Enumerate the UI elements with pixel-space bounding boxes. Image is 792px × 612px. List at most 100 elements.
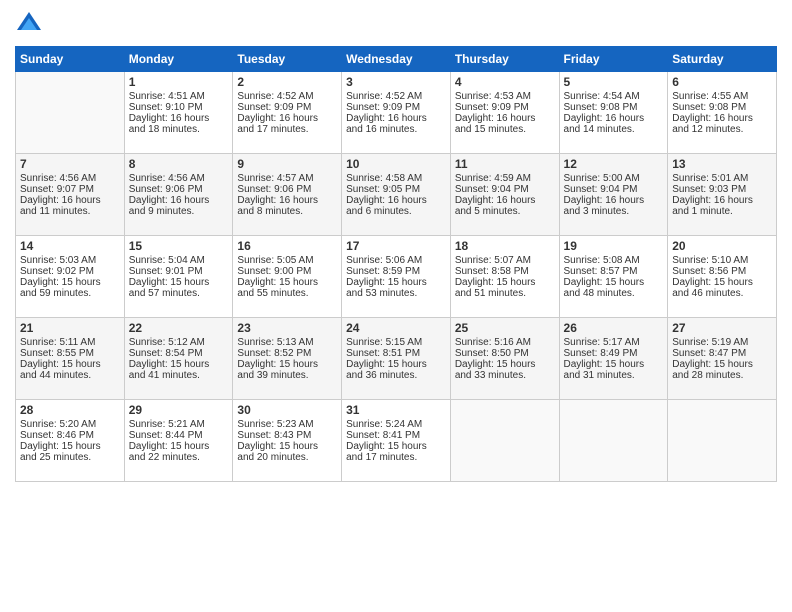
day-info: Sunrise: 4:58 AM xyxy=(346,173,446,184)
day-info: Daylight: 15 hours xyxy=(129,359,229,370)
calendar-cell: 24 Sunrise: 5:15 AMSunset: 8:51 PMDayligh… xyxy=(342,318,451,400)
day-info: and 15 minutes. xyxy=(455,124,555,135)
day-info: Daylight: 16 hours xyxy=(564,113,664,124)
logo-icon xyxy=(15,10,43,38)
weekday-header-saturday: Saturday xyxy=(668,47,777,72)
calendar-cell: 27Sunrise: 5:19 AMSunset: 8:47 PMDayligh… xyxy=(668,318,777,400)
calendar-cell: 17Sunrise: 5:06 AMSunset: 8:59 PMDayligh… xyxy=(342,236,451,318)
calendar-cell: 28Sunrise: 5:20 AMSunset: 8:46 PMDayligh… xyxy=(16,400,125,482)
day-info: and 51 minutes. xyxy=(455,288,555,299)
day-info: Sunrise: 4:57 AM xyxy=(237,173,337,184)
day-info: and 17 minutes. xyxy=(346,452,446,463)
day-number: 24 xyxy=(346,321,446,335)
calendar-cell: 1Sunrise: 4:51 AMSunset: 9:10 PMDaylight… xyxy=(124,72,233,154)
day-number: 9 xyxy=(237,157,337,171)
day-info: and 36 minutes. xyxy=(346,370,446,381)
day-info: Sunset: 8:44 PM xyxy=(129,430,229,441)
weekday-header-friday: Friday xyxy=(559,47,668,72)
day-info: and 5 minutes. xyxy=(455,206,555,217)
day-number: 26 xyxy=(564,321,664,335)
day-number: 30 xyxy=(237,403,337,417)
day-info: and 25 minutes. xyxy=(20,452,120,463)
day-info: Sunset: 9:00 PM xyxy=(237,266,337,277)
day-number: 19 xyxy=(564,239,664,253)
day-info: Daylight: 15 hours xyxy=(346,359,446,370)
day-info: Sunrise: 5:10 AM xyxy=(672,255,772,266)
calendar-cell: 5Sunrise: 4:54 AMSunset: 9:08 PMDaylight… xyxy=(559,72,668,154)
calendar-cell xyxy=(450,400,559,482)
calendar-cell xyxy=(16,72,125,154)
day-info: Sunrise: 4:52 AM xyxy=(237,91,337,102)
day-info: Daylight: 16 hours xyxy=(129,195,229,206)
day-info: Sunset: 9:09 PM xyxy=(237,102,337,113)
calendar-cell: 10Sunrise: 4:58 AMSunset: 9:05 PMDayligh… xyxy=(342,154,451,236)
weekday-header-wednesday: Wednesday xyxy=(342,47,451,72)
calendar-cell: 8Sunrise: 4:56 AMSunset: 9:06 PMDaylight… xyxy=(124,154,233,236)
day-number: 11 xyxy=(455,157,555,171)
day-number: 31 xyxy=(346,403,446,417)
day-info: and 12 minutes. xyxy=(672,124,772,135)
day-info: Sunset: 9:08 PM xyxy=(672,102,772,113)
day-info: Daylight: 16 hours xyxy=(455,195,555,206)
weekday-header-thursday: Thursday xyxy=(450,47,559,72)
day-info: and 8 minutes. xyxy=(237,206,337,217)
day-info: Sunrise: 4:56 AM xyxy=(129,173,229,184)
day-info: Sunset: 9:06 PM xyxy=(237,184,337,195)
day-info: Sunrise: 5:11 AM xyxy=(20,337,120,348)
day-info: Sunset: 9:04 PM xyxy=(564,184,664,195)
day-info: Sunrise: 4:54 AM xyxy=(564,91,664,102)
day-info: Daylight: 15 hours xyxy=(129,277,229,288)
day-info: Sunrise: 5:01 AM xyxy=(672,173,772,184)
day-info: Sunset: 9:08 PM xyxy=(564,102,664,113)
day-info: Sunset: 8:56 PM xyxy=(672,266,772,277)
day-info: and 28 minutes. xyxy=(672,370,772,381)
day-info: and 46 minutes. xyxy=(672,288,772,299)
calendar-week-row: 7Sunrise: 4:56 AMSunset: 9:07 PMDaylight… xyxy=(16,154,777,236)
day-info: Sunset: 9:04 PM xyxy=(455,184,555,195)
day-number: 15 xyxy=(129,239,229,253)
day-info: Sunrise: 5:12 AM xyxy=(129,337,229,348)
day-info: Daylight: 15 hours xyxy=(346,277,446,288)
day-info: Sunset: 9:02 PM xyxy=(20,266,120,277)
day-info: and 55 minutes. xyxy=(237,288,337,299)
day-info: Sunrise: 4:55 AM xyxy=(672,91,772,102)
day-info: Sunrise: 4:53 AM xyxy=(455,91,555,102)
day-number: 13 xyxy=(672,157,772,171)
day-info: Sunrise: 5:15 AM xyxy=(346,337,446,348)
day-info: Daylight: 15 hours xyxy=(672,359,772,370)
day-info: Daylight: 15 hours xyxy=(346,441,446,452)
day-info: Sunset: 8:41 PM xyxy=(346,430,446,441)
day-info: and 33 minutes. xyxy=(455,370,555,381)
day-number: 3 xyxy=(346,75,446,89)
day-info: Sunrise: 4:56 AM xyxy=(20,173,120,184)
day-info: Sunset: 8:50 PM xyxy=(455,348,555,359)
calendar-cell: 26Sunrise: 5:17 AMSunset: 8:49 PMDayligh… xyxy=(559,318,668,400)
day-info: Daylight: 15 hours xyxy=(564,277,664,288)
day-info: Sunset: 8:51 PM xyxy=(346,348,446,359)
day-number: 12 xyxy=(564,157,664,171)
day-info: Daylight: 15 hours xyxy=(455,359,555,370)
day-info: Daylight: 16 hours xyxy=(20,195,120,206)
logo xyxy=(15,10,47,38)
day-info: Daylight: 16 hours xyxy=(129,113,229,124)
day-info: Sunset: 8:54 PM xyxy=(129,348,229,359)
calendar-cell: 16Sunrise: 5:05 AMSunset: 9:00 PMDayligh… xyxy=(233,236,342,318)
day-info: Daylight: 16 hours xyxy=(455,113,555,124)
calendar-week-row: 28Sunrise: 5:20 AMSunset: 8:46 PMDayligh… xyxy=(16,400,777,482)
calendar-cell: 9Sunrise: 4:57 AMSunset: 9:06 PMDaylight… xyxy=(233,154,342,236)
calendar-cell: 15Sunrise: 5:04 AMSunset: 9:01 PMDayligh… xyxy=(124,236,233,318)
weekday-header-sunday: Sunday xyxy=(16,47,125,72)
day-info: Sunset: 8:57 PM xyxy=(564,266,664,277)
day-info: Sunset: 9:01 PM xyxy=(129,266,229,277)
day-info: Sunrise: 4:52 AM xyxy=(346,91,446,102)
calendar-cell: 19 Sunrise: 5:08 AMSunset: 8:57 PMDayligh… xyxy=(559,236,668,318)
calendar-cell: 6Sunrise: 4:55 AMSunset: 9:08 PMDaylight… xyxy=(668,72,777,154)
weekday-header-monday: Monday xyxy=(124,47,233,72)
day-number: 8 xyxy=(129,157,229,171)
calendar-cell: 21Sunrise: 5:11 AMSunset: 8:55 PMDayligh… xyxy=(16,318,125,400)
day-info: and 9 minutes. xyxy=(129,206,229,217)
day-info: Sunset: 9:09 PM xyxy=(346,102,446,113)
day-info: Sunrise: 5:08 AM xyxy=(564,255,664,266)
day-number: 22 xyxy=(129,321,229,335)
day-info: and 20 minutes. xyxy=(237,452,337,463)
